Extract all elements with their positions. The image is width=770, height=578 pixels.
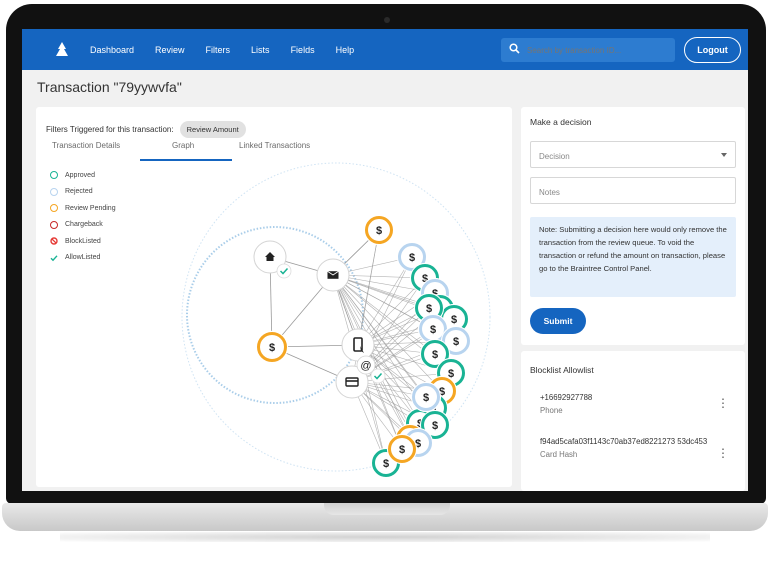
camera-dot — [384, 17, 390, 23]
submit-button[interactable]: Submit — [530, 308, 586, 334]
dollar-icon: $ — [423, 392, 429, 404]
tab-linked-transactions[interactable]: Linked Transactions — [239, 141, 310, 150]
page-title: Transaction "79yywvfa" — [37, 79, 182, 95]
dollar-icon: $ — [383, 458, 389, 470]
logout-button[interactable]: Logout — [684, 37, 741, 63]
filters-label: Filters Triggered for this transaction: — [46, 125, 174, 134]
allowlisted-icon — [276, 263, 292, 279]
transaction-graph[interactable]: $$$$$$$$$$$$$$$$$$$$@$ — [36, 157, 512, 487]
blocklist-value: +16692927788 — [540, 393, 593, 402]
blocklist-value: f94ad5cafa03f1143c70ab37ed8221273 53dc45… — [540, 437, 708, 446]
allowlisted-icon — [370, 368, 386, 384]
decision-select[interactable]: Decision — [530, 141, 736, 168]
mail-icon — [327, 270, 339, 279]
tab-graph[interactable]: Graph — [172, 141, 194, 150]
dollar-icon: $ — [430, 324, 436, 336]
transaction-node[interactable]: $ — [386, 433, 418, 465]
nav-dashboard[interactable]: Dashboard — [90, 45, 134, 55]
nav-help[interactable]: Help — [336, 45, 355, 55]
dollar-icon: $ — [376, 225, 382, 237]
decision-select-placeholder: Decision — [539, 152, 570, 161]
graph-nodes: $$$$$$$$$$$$$$$$$$$$@$ — [253, 214, 472, 479]
dollar-icon: $ — [453, 336, 459, 348]
dollar-icon: $ — [399, 444, 405, 456]
search-icon[interactable] — [501, 43, 527, 57]
nav-lists[interactable]: Lists — [251, 45, 270, 55]
decision-note: Note: Submitting a decision here would o… — [530, 217, 736, 297]
notes-placeholder: Notes — [539, 188, 560, 197]
blocklist-card: Blocklist Allowlist +16692927788 Phone ⋮… — [521, 351, 745, 491]
screen: Dashboard Review Filters Lists Fields He… — [22, 29, 748, 491]
laptop-base — [2, 503, 768, 531]
laptop-notch — [324, 503, 450, 515]
more-options-icon[interactable]: ⋮ — [717, 447, 729, 459]
dollar-icon: $ — [432, 349, 438, 361]
transaction-node[interactable]: $ — [255, 330, 289, 364]
nav-fields[interactable]: Fields — [291, 45, 315, 55]
nav-review[interactable]: Review — [155, 45, 185, 55]
blocklist-type: Phone — [540, 406, 563, 415]
decision-card: Make a decision Decision Notes Note: Sub… — [521, 107, 745, 345]
transaction-card: Filters Triggered for this transaction: … — [36, 107, 512, 487]
transaction-node[interactable]: $ — [410, 381, 442, 413]
blocklist-type: Card Hash — [540, 450, 578, 459]
filter-chip[interactable]: Review Amount — [179, 121, 246, 138]
dollar-icon: $ — [269, 342, 275, 354]
decision-title: Make a decision — [530, 117, 592, 127]
notes-field[interactable]: Notes — [530, 177, 736, 204]
transaction-node[interactable]: $ — [363, 214, 395, 246]
blocklist-title: Blocklist Allowlist — [530, 365, 594, 375]
list-item: +16692927788 Phone — [540, 391, 592, 417]
search-box — [501, 38, 675, 62]
dollar-icon: $ — [426, 303, 432, 315]
mail-node[interactable] — [316, 258, 350, 292]
top-navbar: Dashboard Review Filters Lists Fields He… — [22, 29, 748, 70]
laptop-shadow — [60, 532, 710, 542]
tab-transaction-details[interactable]: Transaction Details — [52, 141, 120, 150]
nav-filters[interactable]: Filters — [206, 45, 231, 55]
dollar-icon: $ — [451, 314, 457, 326]
dollar-icon: $ — [409, 252, 415, 264]
brand-logo-icon[interactable] — [52, 40, 72, 60]
filters-triggered: Filters Triggered for this transaction: … — [46, 121, 246, 138]
list-item: f94ad5cafa03f1143c70ab37ed8221273 53dc45… — [540, 435, 716, 461]
chevron-down-icon — [721, 153, 727, 157]
at-icon: @ — [360, 360, 371, 372]
search-input[interactable] — [527, 45, 667, 55]
more-options-icon[interactable]: ⋮ — [717, 397, 729, 409]
dollar-icon: $ — [432, 420, 438, 432]
